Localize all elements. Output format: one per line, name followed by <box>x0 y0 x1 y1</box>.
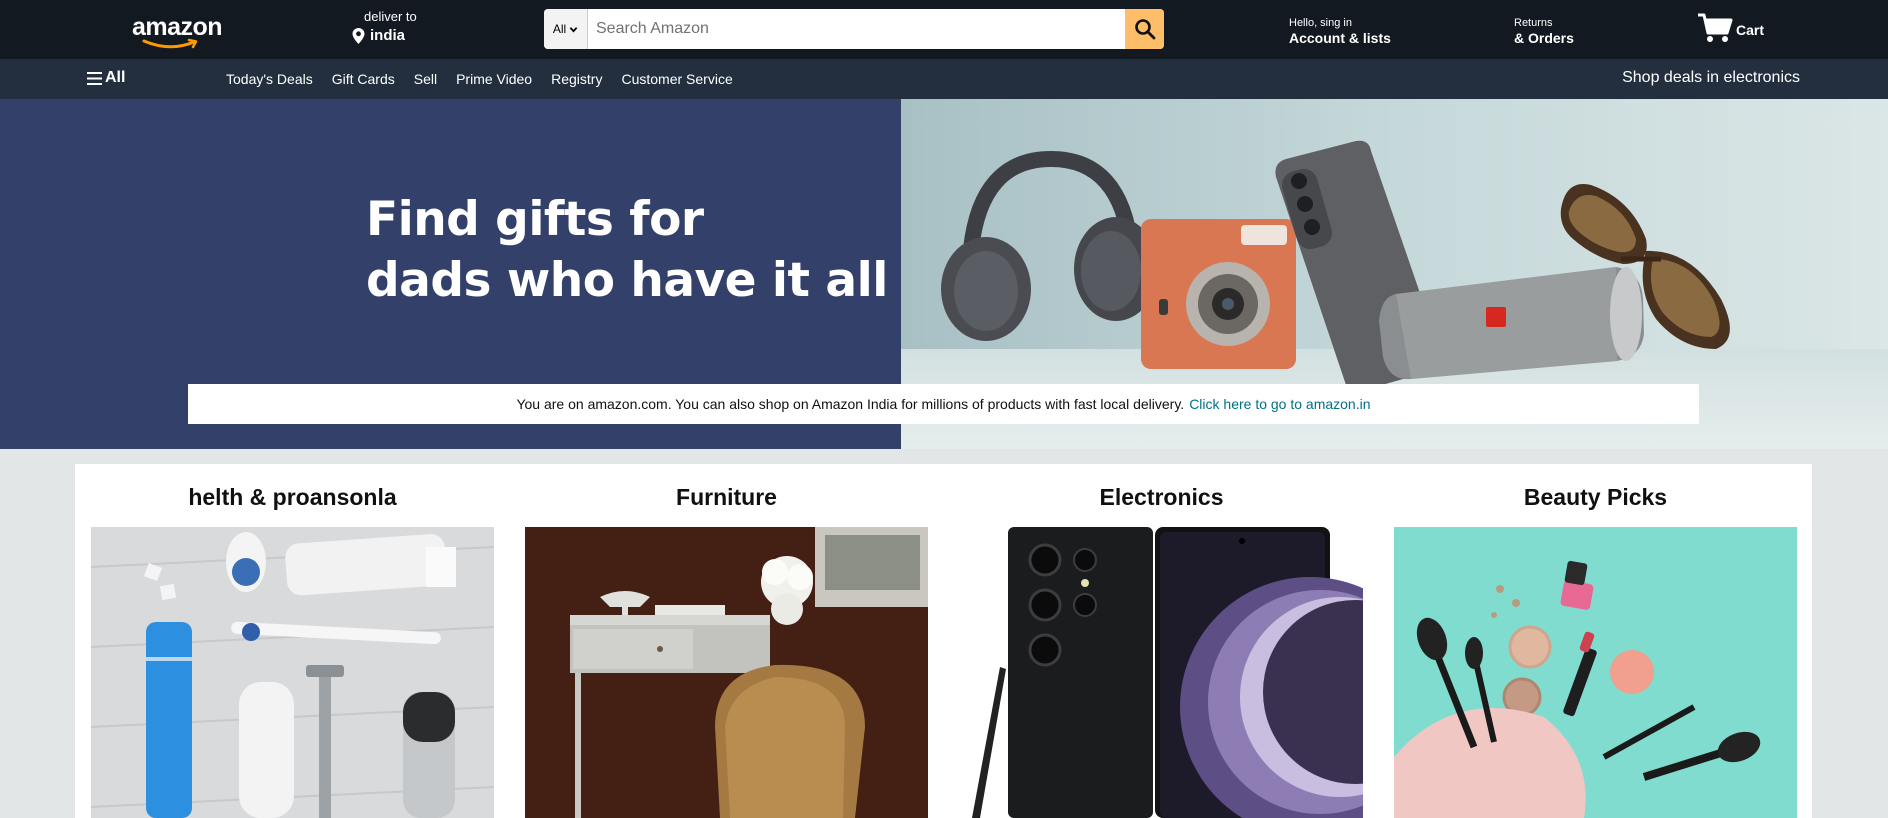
search-category-label: All <box>552 22 567 36</box>
cart-button[interactable]: Cart <box>1697 12 1764 44</box>
go-to-amazon-in-link[interactable]: Click here to go to amazon.in <box>1189 396 1370 412</box>
deliver-to[interactable]: deliver to india <box>352 9 417 44</box>
furniture-image[interactable] <box>525 527 928 818</box>
regional-notice-banner: You are on amazon.com. You can also shop… <box>188 384 1699 424</box>
beauty-products-image[interactable] <box>1394 527 1797 818</box>
category-cards-row: helth & proansonla Furniture Electronics… <box>75 464 1812 818</box>
category-card-electronics[interactable]: Electronics <box>960 464 1363 818</box>
hero-title-line-2: dads who have it all <box>366 253 888 308</box>
subnav-links: Today's Deals Gift Cards Sell Prime Vide… <box>226 71 752 87</box>
returns-label: Returns <box>1514 17 1553 29</box>
amazon-logo[interactable]: amazon <box>132 13 223 49</box>
subnav-link-prime-video[interactable]: Prime Video <box>456 71 532 87</box>
search-input[interactable] <box>588 9 1125 49</box>
card-title: Electronics <box>1099 484 1224 510</box>
subnav-link-customer-service[interactable]: Customer Service <box>621 71 732 87</box>
subnav-link-sell[interactable]: Sell <box>414 71 437 87</box>
account-lists-menu[interactable]: Hello, sing in Account & lists <box>1289 17 1391 47</box>
deliver-label: deliver to <box>364 9 417 24</box>
hamburger-icon <box>87 71 102 85</box>
logo-text: amazon <box>132 13 223 41</box>
electronics-image[interactable] <box>960 527 1363 818</box>
orders-label: & Orders <box>1514 30 1574 46</box>
search-category-select[interactable]: All <box>544 9 588 49</box>
cart-icon <box>1698 13 1733 42</box>
bluetooth-speaker-image <box>1379 267 1644 380</box>
account-label: Account & lists <box>1289 30 1391 46</box>
instant-camera-image <box>1141 219 1296 369</box>
category-card-furniture[interactable]: Furniture <box>525 464 928 818</box>
regional-notice-text: You are on amazon.com. You can also shop… <box>516 396 1185 412</box>
deliver-location: india <box>370 27 406 44</box>
card-title: Beauty Picks <box>1523 484 1668 510</box>
returns-orders-link[interactable]: Returns & Orders <box>1514 17 1574 47</box>
location-pin-icon <box>352 27 365 44</box>
all-menu-button[interactable]: All <box>87 69 125 87</box>
category-card-health[interactable]: helth & proansonla <box>91 464 494 818</box>
card-title: helth & proansonla <box>188 484 397 510</box>
top-nav-bar: amazon deliver to india All Search Amazo… <box>0 0 1888 59</box>
headphones-image <box>941 150 1158 341</box>
category-card-beauty[interactable]: Beauty Picks <box>1394 464 1797 818</box>
sub-nav-bar: All Today's Deals Gift Cards Sell Prime … <box>0 59 1888 99</box>
search-button[interactable] <box>1125 9 1164 49</box>
subnav-link-todays-deals[interactable]: Today's Deals <box>226 71 313 87</box>
all-menu-label: All <box>105 69 126 86</box>
card-title: Furniture <box>676 484 777 510</box>
cart-label: Cart <box>1736 22 1765 38</box>
health-products-image[interactable] <box>91 527 494 818</box>
subnav-link-gift-cards[interactable]: Gift Cards <box>332 71 395 87</box>
subnav-link-registry[interactable]: Registry <box>551 71 602 87</box>
shop-deals-electronics-link[interactable]: Shop deals in electronics <box>1622 69 1800 87</box>
chevron-down-icon <box>569 26 578 32</box>
hero-banner[interactable]: Find gifts for dads who have it all You … <box>0 99 1888 449</box>
account-greeting: Hello, sing in <box>1289 17 1352 29</box>
hero-title: Find gifts for dads who have it all <box>366 189 888 311</box>
search-bar: All <box>544 9 1164 49</box>
logo-smile-icon <box>142 38 198 49</box>
hero-title-line-1: Find gifts for <box>366 192 704 247</box>
search-icon <box>1134 19 1155 40</box>
